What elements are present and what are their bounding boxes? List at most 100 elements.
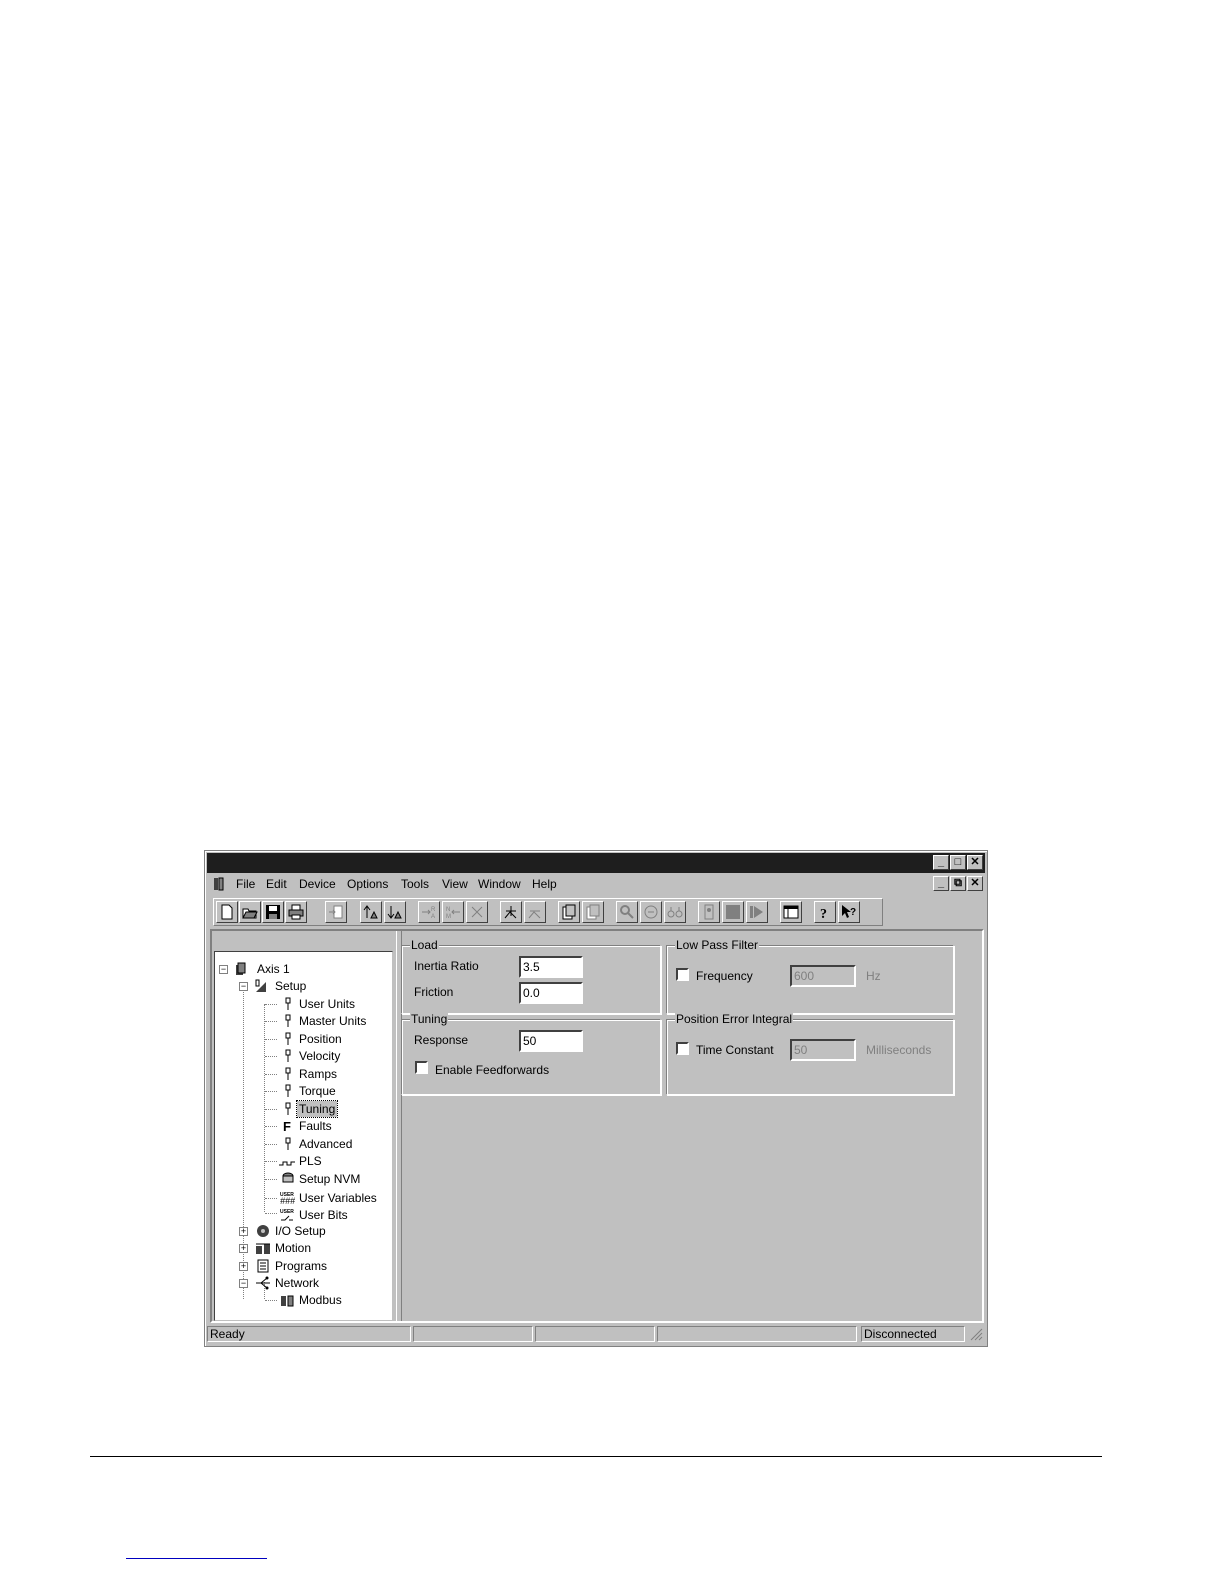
pls-icon <box>279 1161 295 1166</box>
run-button[interactable] <box>698 901 720 923</box>
new-button[interactable] <box>216 901 238 923</box>
status-pane <box>413 1326 533 1342</box>
doc-restore-button[interactable]: ⧉ <box>950 876 966 891</box>
disable-button[interactable] <box>524 901 546 923</box>
modbus-icon <box>281 1295 294 1307</box>
magnifier-icon <box>620 905 634 919</box>
project-tree[interactable]: − Axis 1 − Setup User Units Master Units… <box>214 951 393 1321</box>
close-button[interactable]: ✕ <box>967 855 983 870</box>
context-help-button[interactable]: ? <box>838 901 860 923</box>
status-bar: Ready Disconnected <box>207 1325 985 1343</box>
menu-edit[interactable]: Edit <box>266 877 287 891</box>
network-icon <box>256 1276 270 1290</box>
program-icon <box>704 904 714 920</box>
menu-view[interactable]: View <box>442 877 468 891</box>
inertia-ratio-label: Inertia Ratio <box>414 959 479 973</box>
io-setup-icon <box>257 1225 269 1237</box>
tree-line <box>264 1004 265 1212</box>
download-button[interactable] <box>384 901 406 923</box>
setup-icon <box>255 979 266 992</box>
time-constant-checkbox[interactable] <box>676 1042 689 1055</box>
time-constant-input[interactable] <box>790 1039 856 1061</box>
frequency-checkbox[interactable] <box>676 968 689 981</box>
collapse-toggle[interactable]: − <box>239 982 248 991</box>
resize-grip-icon[interactable] <box>970 1328 983 1341</box>
zoom-button[interactable] <box>616 901 638 923</box>
menu-bar: File Edit Device Options Tools View Wind… <box>207 874 985 894</box>
svg-text:USER: USER <box>280 1209 294 1215</box>
programs-icon <box>257 1259 269 1273</box>
disconnect-button[interactable] <box>466 901 488 923</box>
svg-text:?: ? <box>850 907 856 918</box>
step-icon <box>750 906 763 918</box>
question-icon: ? <box>820 907 827 920</box>
svg-text:N: N <box>446 907 450 913</box>
scope-button[interactable] <box>664 901 686 923</box>
menu-file[interactable]: File <box>236 877 255 891</box>
tuning-group: Tuning Response Enable Feedforwards <box>401 1012 661 1095</box>
print-button[interactable] <box>285 901 307 923</box>
stop-button[interactable] <box>722 901 744 923</box>
save-icon <box>266 905 280 919</box>
tuning-group-title: Tuning <box>410 1012 449 1026</box>
time-constant-unit: Milliseconds <box>866 1043 932 1057</box>
axis-drive-icon <box>236 962 246 975</box>
upload-icon <box>363 905 378 919</box>
globe-icon <box>644 905 658 919</box>
footer-link-underline <box>126 1558 267 1559</box>
properties-button[interactable] <box>325 901 347 923</box>
expand-toggle[interactable]: + <box>239 1227 248 1236</box>
document-window-controls: _ ⧉ ✕ <box>933 876 983 891</box>
time-constant-label: Time Constant <box>696 1043 774 1057</box>
disable-drive-icon <box>528 910 541 919</box>
send-to-ram-button[interactable]: RA <box>418 901 440 923</box>
tree-label-setup: Setup <box>275 979 307 993</box>
expand-toggle[interactable]: + <box>239 1262 248 1271</box>
help-button[interactable]: ? <box>814 901 836 923</box>
send-arrow-icon: RA <box>422 907 436 920</box>
inertia-ratio-input[interactable] <box>519 956 583 978</box>
collapse-toggle[interactable]: − <box>219 965 228 974</box>
response-input[interactable] <box>519 1030 583 1052</box>
expand-toggle[interactable]: + <box>239 1244 248 1253</box>
app-icon[interactable] <box>213 877 225 891</box>
menu-tools[interactable]: Tools <box>401 877 429 891</box>
paste-button[interactable] <box>582 901 604 923</box>
enable-button[interactable] <box>500 901 522 923</box>
open-button[interactable] <box>239 901 261 923</box>
frequency-unit: Hz <box>866 969 881 983</box>
receive-button[interactable]: NM <box>442 901 464 923</box>
svg-text:?: ? <box>820 907 827 920</box>
receive-arrow-icon: NM <box>446 907 460 920</box>
upload-button[interactable] <box>360 901 382 923</box>
doc-close-button[interactable]: ✕ <box>967 876 983 891</box>
copy-document-icon <box>562 904 576 920</box>
paste-document-icon <box>586 904 600 920</box>
watch-button[interactable] <box>640 901 662 923</box>
status-pane <box>657 1326 857 1342</box>
title-bar[interactable]: _ □ ✕ <box>207 853 985 873</box>
user-variables-icon: USER### <box>280 1192 295 1205</box>
maximize-button[interactable]: □ <box>950 855 966 870</box>
copy-button[interactable] <box>558 901 580 923</box>
faults-icon: F <box>283 1119 291 1133</box>
step-button[interactable] <box>746 901 768 923</box>
doc-minimize-button[interactable]: _ <box>933 876 949 891</box>
menu-help[interactable]: Help <box>532 877 557 891</box>
app-window: _ □ ✕ File Edit Device Options Tools Vie… <box>204 850 988 1347</box>
friction-input[interactable] <box>519 982 583 1004</box>
tree-header <box>214 931 393 951</box>
menu-options[interactable]: Options <box>347 877 388 891</box>
save-button[interactable] <box>262 901 284 923</box>
menu-window[interactable]: Window <box>478 877 521 891</box>
status-ready: Ready <box>207 1326 411 1342</box>
tree-label-axis: Axis 1 <box>257 962 290 976</box>
enable-feedforwards-checkbox[interactable] <box>415 1061 428 1074</box>
minimize-button[interactable]: _ <box>933 855 949 870</box>
pointer-help-icon: ? <box>842 905 856 918</box>
menu-device[interactable]: Device <box>299 877 336 891</box>
frequency-input[interactable] <box>790 965 856 987</box>
collapse-toggle[interactable]: − <box>239 1279 248 1288</box>
page-rule <box>90 1456 1102 1457</box>
window-layout-button[interactable] <box>780 901 802 923</box>
